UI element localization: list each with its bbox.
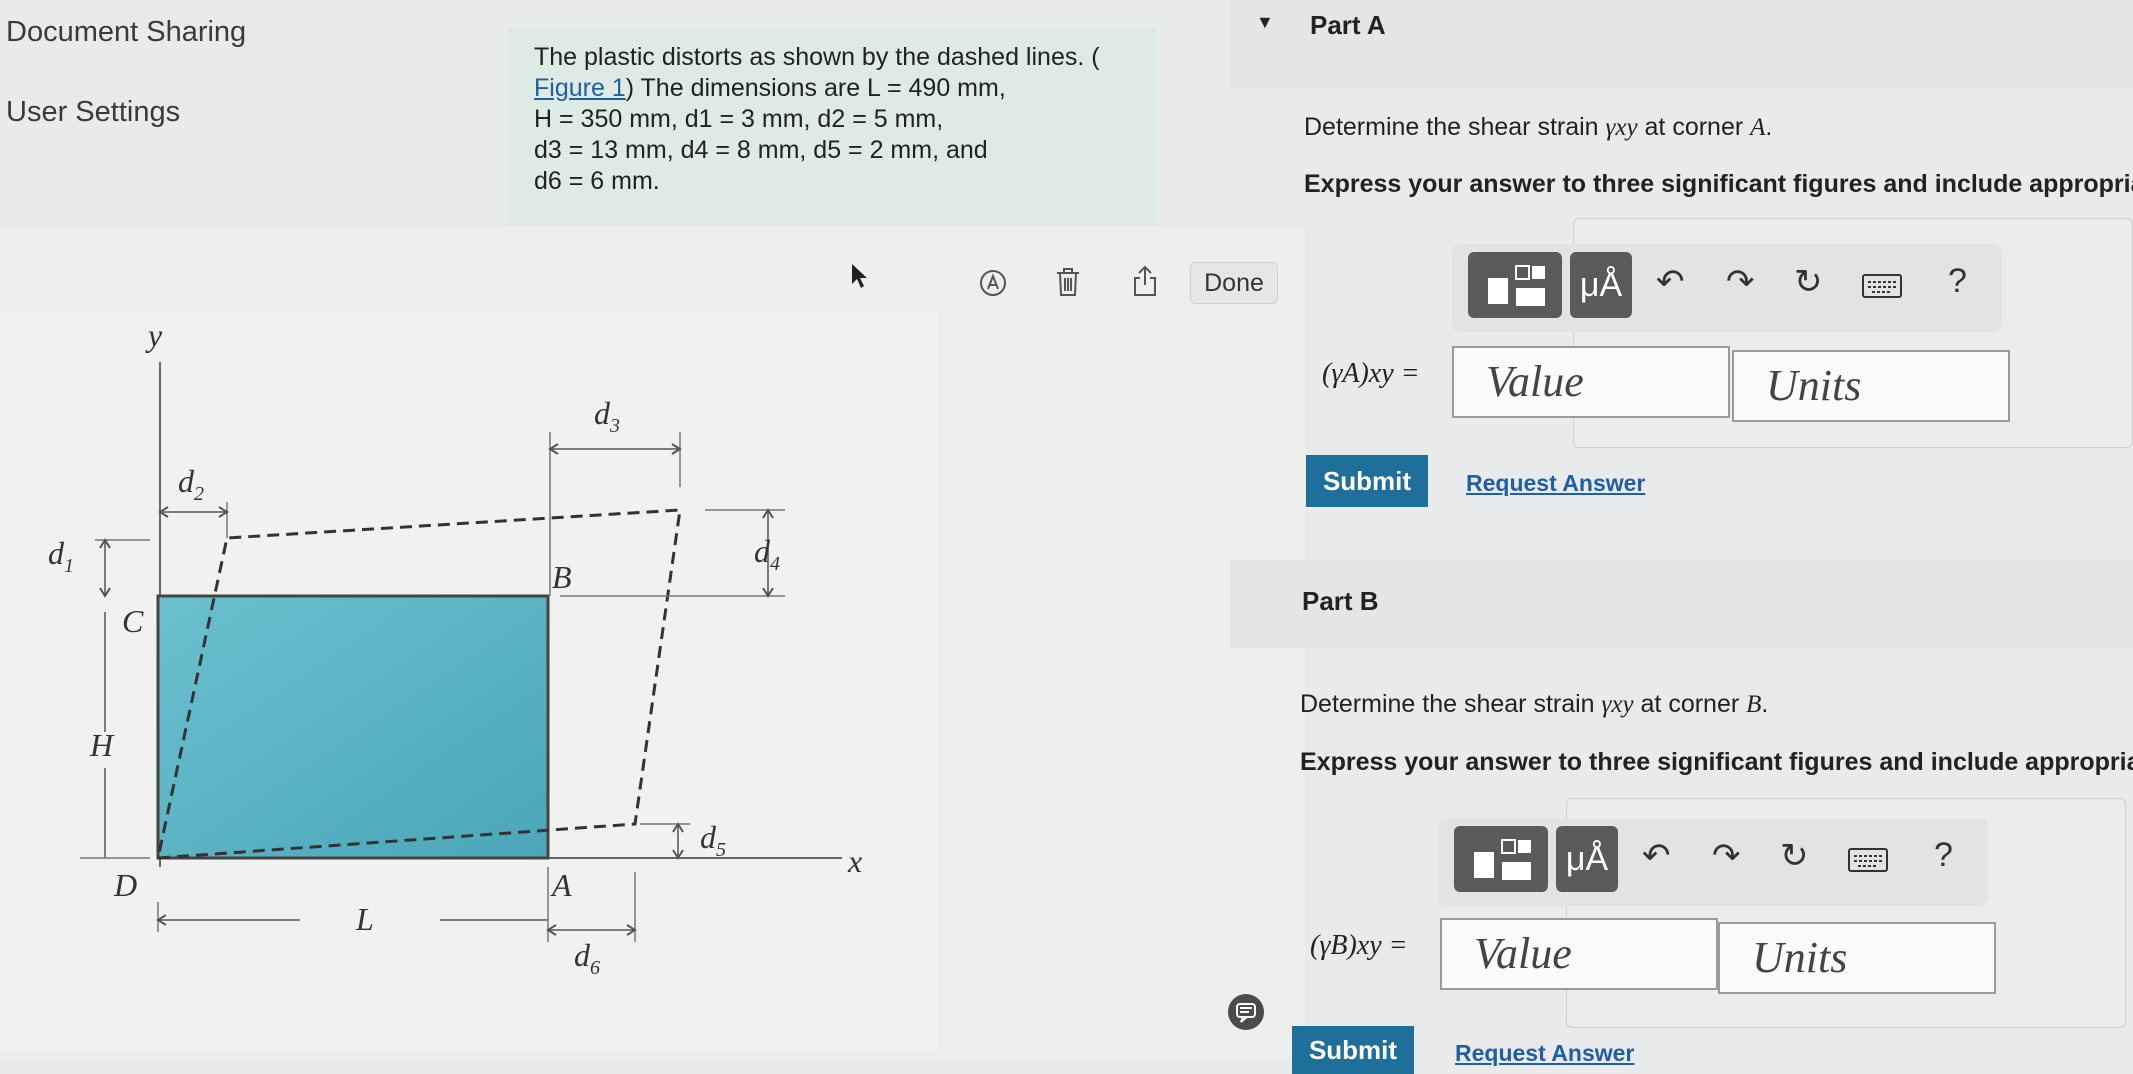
label-b: B [552, 559, 572, 595]
label-h: H [89, 727, 115, 763]
share-icon[interactable] [1131, 264, 1159, 298]
undo-icon[interactable]: ↶ [1656, 262, 1685, 302]
templates-icon [1488, 265, 1545, 306]
plastic-plate [156, 594, 550, 860]
markup-icon[interactable] [978, 268, 1008, 298]
templates-button[interactable] [1468, 252, 1562, 318]
label-y: y [145, 317, 163, 353]
problem-line-3: H = 350 mm, d1 = 3 mm, d2 = 5 mm, [534, 105, 944, 133]
label-d3: d3 [594, 395, 620, 437]
undo-icon[interactable]: ↶ [1642, 836, 1671, 876]
figure-diagram: y x d1 d2 d3 d4 d5 d6 B C H D A L [48, 317, 862, 979]
templates-icon [1474, 839, 1531, 880]
part-a-math-toolbar: μÅ ↶ ↷ ↻ ? [1452, 244, 2002, 332]
label-d: D [113, 867, 137, 903]
part-a-request-answer-link[interactable]: Request Answer [1466, 470, 1645, 497]
trash-icon[interactable] [1054, 266, 1082, 298]
problem-line-1: The plastic distorts as shown by the das… [534, 43, 1100, 71]
label-d2: d2 [178, 463, 204, 505]
label-d4: d4 [754, 533, 780, 575]
part-b-request-answer-link[interactable]: Request Answer [1455, 1040, 1634, 1067]
part-b-title: Part B [1302, 586, 1379, 616]
figure-1: y x d1 d2 d3 d4 d5 d6 B C H D A L [0, 312, 938, 1050]
done-button[interactable]: Done [1190, 262, 1278, 304]
label-a: A [550, 867, 572, 903]
redo-icon[interactable]: ↷ [1712, 836, 1741, 876]
label-d6: d6 [574, 937, 600, 979]
part-a-instruction: Express your answer to three significant… [1304, 170, 2133, 198]
part-a-question: Determine the shear strain γxy at corner… [1304, 113, 1773, 141]
label-d5: d5 [700, 819, 726, 861]
cursor-icon [852, 264, 867, 288]
reset-icon[interactable]: ↻ [1780, 836, 1809, 876]
part-b-header[interactable]: Part B [1230, 560, 2133, 648]
part-b-instruction: Express your answer to three significant… [1300, 748, 2133, 776]
label-l: L [355, 901, 374, 937]
problem-statement: The plastic distorts as shown by the das… [508, 28, 1156, 233]
part-b-math-toolbar: μÅ ↶ ↷ ↻ ? [1438, 818, 1988, 906]
part-b-value-input[interactable]: Value [1440, 918, 1718, 990]
label-c: C [122, 603, 144, 639]
redo-icon[interactable]: ↷ [1726, 262, 1755, 302]
part-b-units-input[interactable]: Units [1718, 922, 1996, 994]
part-b-question: Determine the shear strain γxy at corner… [1300, 690, 1769, 718]
problem-line-2: Figure 1) The dimensions are L = 490 mm, [534, 73, 1130, 104]
templates-button[interactable] [1454, 826, 1548, 892]
nav-item-user-settings[interactable]: User Settings [6, 96, 180, 129]
part-b-submit-button[interactable]: Submit [1292, 1026, 1414, 1074]
part-a-value-input[interactable]: Value [1452, 346, 1730, 418]
units-button[interactable]: μÅ [1570, 252, 1632, 318]
problem-line-2-text: ) The dimensions are L = 490 mm, [625, 74, 1006, 102]
part-a-units-input[interactable]: Units [1732, 350, 2010, 422]
keyboard-icon[interactable] [1862, 274, 1902, 298]
chat-assistant-icon[interactable] [1226, 992, 1266, 1032]
problem-line-4: d3 = 13 mm, d4 = 8 mm, d5 = 2 mm, and [534, 136, 988, 164]
left-nav: Document Sharing User Settings [0, 0, 500, 220]
label-d1: d1 [48, 535, 74, 577]
part-b-answer-label: (γB)xy = [1310, 930, 1408, 961]
label-x: x [847, 843, 862, 879]
help-icon[interactable]: ? [1934, 836, 1953, 875]
part-a-answer-label: (γA)xy = [1322, 358, 1420, 389]
problem-line-5: d6 = 6 mm. [534, 167, 660, 195]
help-icon[interactable]: ? [1948, 262, 1967, 301]
nav-item-document-sharing[interactable]: Document Sharing [6, 16, 246, 49]
part-a-title: Part A [1310, 10, 1386, 40]
units-button[interactable]: μÅ [1556, 826, 1618, 892]
part-a-header[interactable]: ▼ Part A [1230, 0, 2133, 88]
part-a-submit-button[interactable]: Submit [1306, 455, 1428, 507]
figure-link[interactable]: Figure 1 [534, 74, 626, 102]
reset-icon[interactable]: ↻ [1794, 262, 1823, 302]
keyboard-icon[interactable] [1848, 848, 1888, 872]
caret-down-icon[interactable]: ▼ [1256, 12, 1274, 33]
